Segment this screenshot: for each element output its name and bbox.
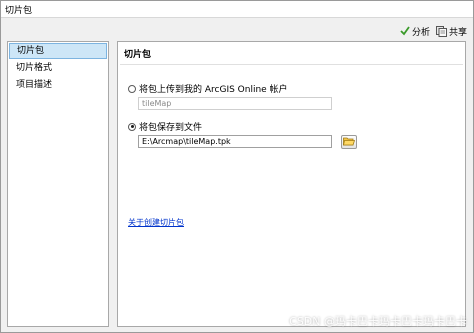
- save-to-file-option[interactable]: 将包保存到文件: [128, 120, 202, 133]
- analyze-button[interactable]: 分析: [400, 25, 430, 38]
- nav-item-label: 切片包: [17, 46, 45, 56]
- nav-item-tile-package[interactable]: 切片包: [9, 43, 107, 59]
- share-icon: [435, 25, 447, 37]
- divider: [120, 64, 463, 65]
- toolbar: 分析 共享: [400, 24, 467, 38]
- page-title: 切片包: [124, 50, 152, 60]
- upload-radio[interactable]: [128, 84, 136, 93]
- navigation-panel: 切片包 切片格式 项目描述: [7, 41, 109, 327]
- checkmark-icon: [400, 26, 410, 36]
- analyze-label: 分析: [411, 27, 430, 38]
- nav-item-tile-format[interactable]: 切片格式: [9, 60, 107, 76]
- upload-option[interactable]: 将包上传到我的 ArcGIS Online 帐户: [128, 82, 288, 95]
- about-link[interactable]: 关于创建切片包: [128, 217, 184, 228]
- title-bar: 切片包: [1, 1, 473, 18]
- upload-name-field[interactable]: tileMap: [138, 97, 332, 110]
- nav-item-label: 切片格式: [16, 63, 53, 73]
- share-label: 共享: [448, 27, 467, 38]
- tile-package-window: 切片包 分析 共享 切片包 切片格式 项目描述 切片包 将包上传到我的 ArcG…: [0, 0, 474, 333]
- save-path-field[interactable]: E:\Arcmap\tileMap.tpk: [138, 135, 332, 148]
- folder-open-icon: [343, 136, 356, 149]
- save-to-file-radio[interactable]: [128, 122, 136, 131]
- upload-option-label: 将包上传到我的 ArcGIS Online 帐户: [139, 85, 288, 95]
- content-panel: 切片包 将包上传到我的 ArcGIS Online 帐户 tileMap 将包保…: [117, 41, 466, 327]
- share-button[interactable]: 共享: [435, 25, 467, 38]
- watermark: CSDN @玛卡巴卡玛卡巴卡玛卡巴卡: [289, 315, 467, 328]
- nav-item-label: 项目描述: [16, 80, 53, 90]
- save-to-file-label: 将包保存到文件: [139, 123, 203, 133]
- window-title: 切片包: [5, 6, 33, 16]
- browse-button[interactable]: [341, 135, 357, 149]
- nav-item-item-description[interactable]: 项目描述: [9, 77, 107, 93]
